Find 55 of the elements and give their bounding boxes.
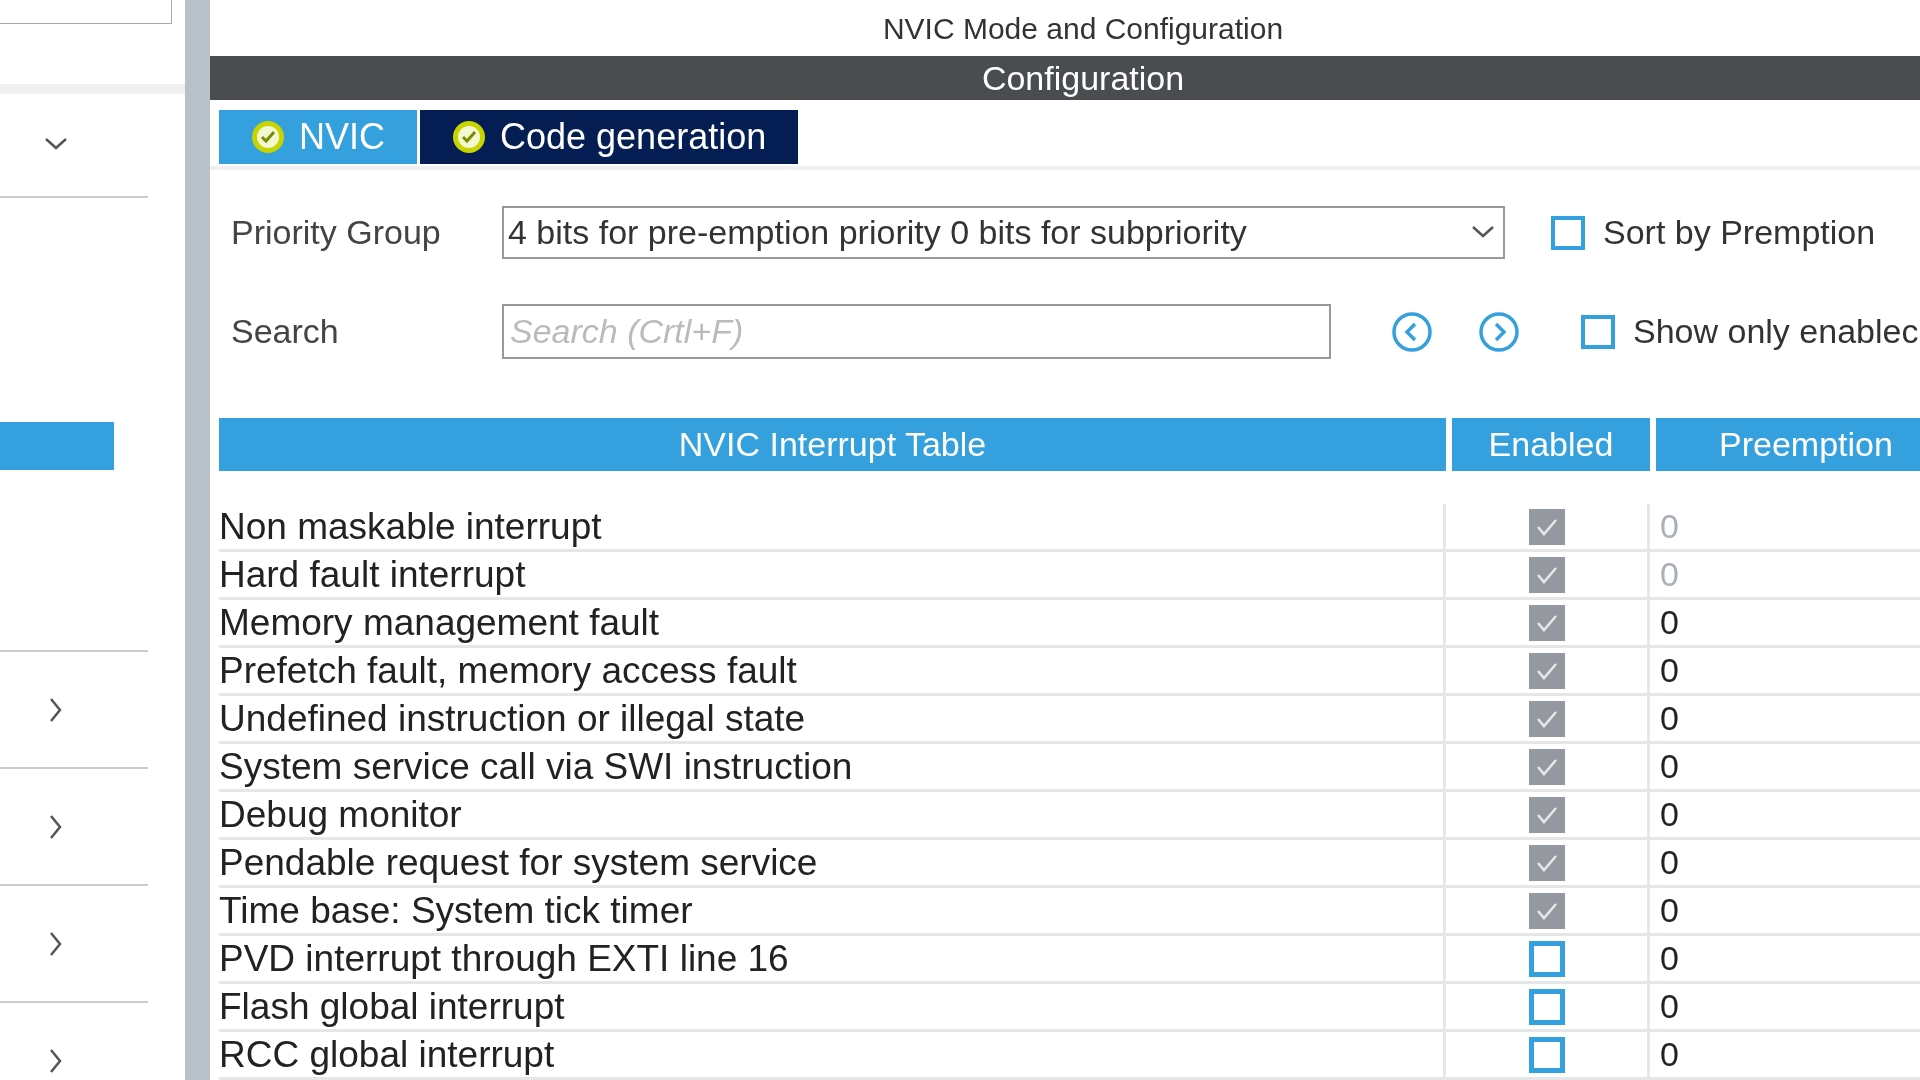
interrupt-name: RCC global interrupt [219,1032,555,1077]
checkbox[interactable] [1528,508,1565,545]
checkbox[interactable] [1551,215,1585,250]
dropdown-field[interactable] [0,0,172,24]
interrupt-name: Pendable request for system service [219,840,818,885]
interrupt-name: Hard fault interrupt [219,552,526,597]
checkbox[interactable] [1528,988,1565,1025]
preemption-value: 0 [1660,890,1679,931]
column-header: NVIC Interrupt Table [219,418,1446,471]
checkbox[interactable] [1528,796,1565,833]
search-label: Search [231,311,340,352]
tab[interactable]: Code generation [420,110,799,164]
checkbox[interactable] [1528,604,1565,641]
interrupt-name: Debug monitor [219,792,462,837]
panel-title: NVIC Mode and Configuration [882,10,1284,47]
interrupt-name: Prefetch fault, memory access fault [219,648,797,693]
preemption-value: 0 [1660,986,1679,1027]
column-header: Enabled [1452,418,1650,471]
section-title: Configuration [981,57,1185,99]
checkbox[interactable] [1528,700,1565,737]
preemption-value: 0 [1660,794,1679,835]
checkbox-label: Show only enablec [1633,311,1919,352]
check-circle-icon [452,120,486,154]
checkbox[interactable] [1528,556,1565,593]
preemption-value: 0 [1660,746,1679,787]
checkbox[interactable] [1528,892,1565,929]
checkbox[interactable] [1528,844,1565,881]
checkbox[interactable] [1528,1036,1565,1073]
interrupt-name: Non maskable interrupt [219,504,602,549]
preemption-value: 0 [1660,938,1679,979]
interrupt-name: PVD interrupt through EXTI line 16 [219,936,789,981]
search-field[interactable]: Search (Crtl+F) [502,304,1331,359]
checkbox[interactable] [1528,748,1565,785]
preemption-value: 0 [1660,842,1679,883]
preemption-value: 0 [1660,1034,1679,1075]
checkbox[interactable] [1528,940,1565,977]
preemption-value: 0 [1660,554,1679,595]
column-header: Preemption [1656,418,1920,471]
interrupt-name: Undefined instruction or illegal state [219,696,806,741]
preemption-value: 0 [1660,602,1679,643]
checkbox[interactable] [1528,652,1565,689]
interrupt-name: Flash global interrupt [219,984,565,1029]
checkbox[interactable] [1581,314,1615,349]
next-icon[interactable] [1478,310,1520,353]
interrupt-name: System service call via SWI instruction [219,744,853,789]
preemption-value: 0 [1660,506,1679,547]
check-circle-icon [251,120,285,154]
priority-group-dropdown[interactable]: 4 bits for pre-emption priority 0 bits for subpriority [502,206,1505,259]
interrupt-name: Time base: System tick timer [219,888,693,933]
checkbox-label: Sort by Premption [1603,212,1876,253]
preemption-value: 0 [1660,650,1679,691]
priority-group-label: Priority Group [231,212,442,253]
preemption-value: 0 [1660,698,1679,739]
previous-icon[interactable] [1391,310,1433,353]
interrupt-name: Memory management fault [219,600,660,645]
